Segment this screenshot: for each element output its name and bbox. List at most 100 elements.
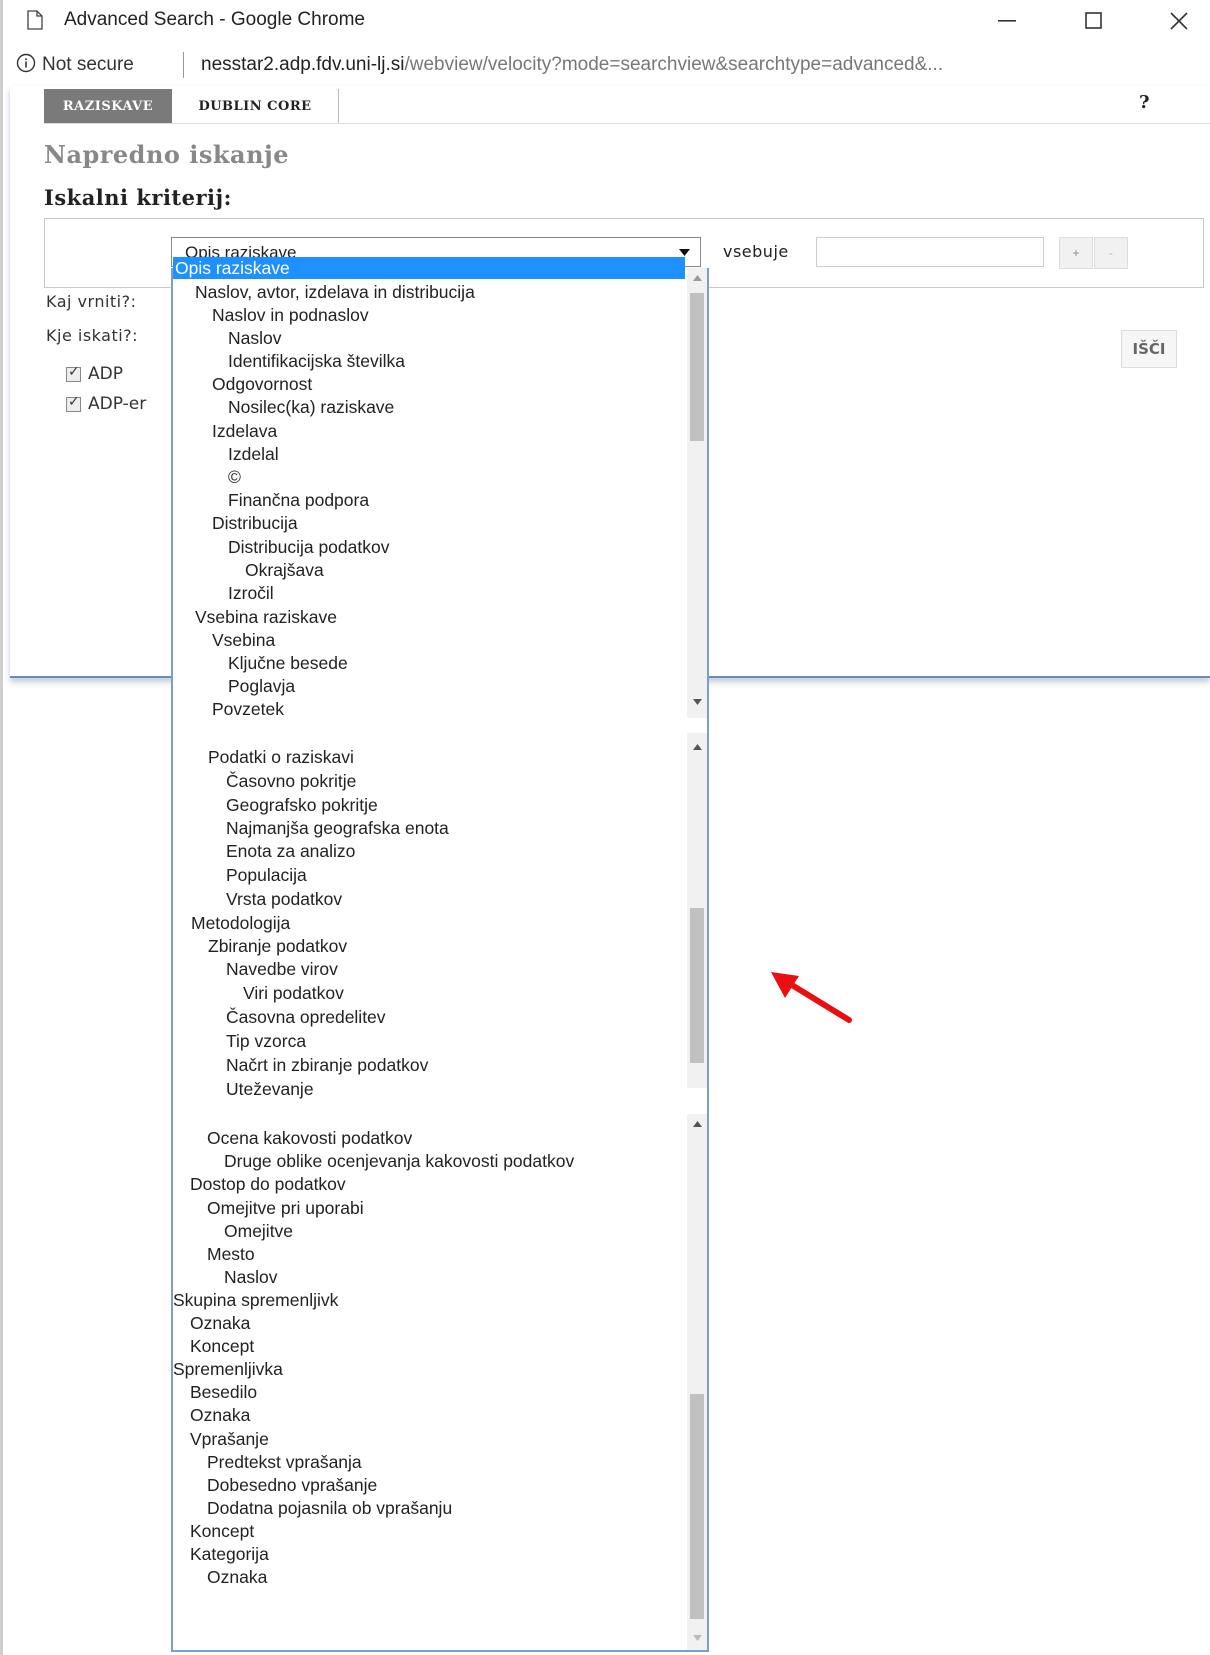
dropdown-option[interactable]: Viri podatkov bbox=[243, 982, 344, 1004]
title-bar: Advanced Search - Google Chrome bbox=[3, 0, 1210, 42]
source-adp-label: ADP bbox=[88, 364, 123, 384]
dropdown-option[interactable]: Finančna podpora bbox=[228, 489, 369, 511]
what-to-return-label: Kaj vrniti?: bbox=[46, 292, 137, 311]
dropdown-option[interactable]: Kategorija bbox=[190, 1543, 269, 1565]
red-arrow-annotation bbox=[771, 972, 852, 1023]
dropdown-option[interactable]: Distribucija podatkov bbox=[228, 536, 389, 558]
where-to-search-label: Kje iskati?: bbox=[46, 326, 139, 345]
scrollbar-thumb[interactable] bbox=[690, 293, 704, 441]
close-icon bbox=[1170, 12, 1188, 30]
search-button[interactable]: IŠČI bbox=[1121, 330, 1177, 368]
scroll-down-icon[interactable] bbox=[687, 1630, 707, 1646]
dropdown-option[interactable]: Načrt in zbiranje podatkov bbox=[226, 1054, 428, 1076]
dropdown-option[interactable]: Naslov bbox=[224, 1266, 278, 1288]
dropdown-arrow-icon bbox=[679, 249, 690, 256]
help-link[interactable]: ? bbox=[1139, 92, 1150, 113]
dropdown-option[interactable]: Izdelava bbox=[212, 420, 277, 442]
field-dropdown-list[interactable]: Opis raziskave Naslov, avtor, izdelava in… bbox=[171, 257, 709, 1652]
dropdown-option[interactable]: Izročil bbox=[228, 582, 274, 604]
dropdown-option[interactable]: Distribucija bbox=[212, 512, 298, 534]
dropdown-option[interactable]: Opis raziskave bbox=[173, 257, 685, 279]
minimize-button[interactable] bbox=[981, 4, 1033, 38]
tab-dublin-core[interactable]: DUBLIN CORE bbox=[172, 89, 339, 123]
dropdown-option[interactable]: Spremenljivka bbox=[173, 1358, 283, 1380]
dropdown-option[interactable]: Podatki o raziskavi bbox=[208, 746, 354, 768]
dropdown-option[interactable]: Koncept bbox=[190, 1335, 254, 1357]
dropdown-option[interactable]: Navedbe virov bbox=[226, 958, 338, 980]
dropdown-option[interactable]: Uteževanje bbox=[226, 1078, 314, 1100]
dropdown-option[interactable]: Okrajšava bbox=[245, 559, 324, 581]
source-adp-en[interactable]: ADP-er bbox=[66, 394, 146, 414]
url-text[interactable]: nesstar2.adp.fdv.uni-lj.si/webview/veloc… bbox=[201, 54, 943, 76]
page-icon bbox=[27, 10, 43, 30]
dropdown-option[interactable]: Oznaka bbox=[190, 1312, 250, 1334]
address-bar[interactable]: Not secure nesstar2.adp.fdv.uni-lj.si/we… bbox=[3, 46, 1210, 84]
dropdown-option[interactable]: Populacija bbox=[226, 864, 307, 886]
dropdown-option[interactable]: Koncept bbox=[190, 1520, 254, 1542]
dropdown-option[interactable]: © bbox=[228, 466, 241, 488]
scrollbar-segment-3[interactable] bbox=[687, 1114, 707, 1650]
tab-raziskave[interactable]: RAZISKAVE bbox=[44, 89, 172, 123]
operator-label: vsebuje bbox=[723, 242, 789, 261]
dropdown-option[interactable]: Naslov, avtor, izdelava in distribucija bbox=[195, 281, 475, 303]
source-adp-en-label: ADP-er bbox=[88, 394, 147, 414]
window-title: Advanced Search - Google Chrome bbox=[64, 9, 365, 30]
source-adp-checkbox[interactable] bbox=[66, 364, 81, 382]
close-button[interactable] bbox=[1153, 4, 1205, 38]
scroll-up-icon[interactable] bbox=[687, 739, 707, 755]
dropdown-option[interactable]: Zbiranje podatkov bbox=[208, 935, 347, 957]
address-separator bbox=[183, 52, 184, 78]
remove-criterion-button[interactable]: - bbox=[1094, 237, 1128, 269]
maximize-icon bbox=[1085, 12, 1102, 29]
dropdown-option[interactable]: Predtekst vprašanja bbox=[207, 1451, 362, 1473]
dropdown-option[interactable]: Vprašanje bbox=[190, 1428, 269, 1450]
dropdown-option[interactable]: Besedilo bbox=[190, 1381, 257, 1403]
dropdown-option[interactable]: Mesto bbox=[207, 1243, 255, 1265]
dropdown-option[interactable]: Dobesedno vprašanje bbox=[207, 1474, 377, 1496]
source-adp-en-checkbox[interactable] bbox=[66, 394, 81, 412]
dropdown-option[interactable]: Druge oblike ocenjevanja kakovosti podat… bbox=[224, 1150, 574, 1172]
info-icon[interactable] bbox=[16, 53, 36, 73]
dropdown-option[interactable]: Tip vzorca bbox=[226, 1030, 306, 1052]
dropdown-option[interactable]: Dostop do podatkov bbox=[190, 1173, 346, 1195]
dropdown-option[interactable]: Časovna opredelitev bbox=[226, 1006, 386, 1028]
source-adp[interactable]: ADP bbox=[66, 364, 123, 384]
dropdown-option[interactable]: Izdelal bbox=[228, 443, 279, 465]
dropdown-option[interactable]: Omejitve pri uporabi bbox=[207, 1197, 364, 1219]
security-label[interactable]: Not secure bbox=[42, 54, 134, 76]
dropdown-option[interactable]: Metodologija bbox=[191, 912, 290, 934]
dropdown-option[interactable]: Enota za analizo bbox=[226, 840, 355, 862]
dropdown-option[interactable]: Odgovornost bbox=[212, 373, 312, 395]
scrollbar-thumb[interactable] bbox=[690, 1394, 704, 1619]
dropdown-option[interactable]: Skupina spremenljivk bbox=[173, 1289, 338, 1311]
minimize-icon bbox=[998, 20, 1016, 22]
dropdown-option[interactable]: Poglavja bbox=[228, 675, 295, 697]
dropdown-option[interactable]: Naslov in podnaslov bbox=[212, 304, 369, 326]
scrollbar-segment-2[interactable] bbox=[687, 733, 707, 1088]
dropdown-option[interactable]: Vsebina bbox=[212, 629, 275, 651]
dropdown-option[interactable]: Najmanjša geografska enota bbox=[226, 817, 449, 839]
dropdown-option[interactable]: Geografsko pokritje bbox=[226, 794, 378, 816]
dropdown-option[interactable]: Nosilec(ka) raziskave bbox=[228, 396, 394, 418]
dropdown-option[interactable]: Ocena kakovosti podatkov bbox=[207, 1127, 412, 1149]
maximize-button[interactable] bbox=[1068, 4, 1120, 38]
scrollbar-thumb[interactable] bbox=[690, 908, 704, 1063]
dropdown-option[interactable]: Naslov bbox=[228, 327, 282, 349]
url-host: nesstar2.adp.fdv.uni-lj.si bbox=[201, 54, 405, 75]
dropdown-option[interactable]: Dodatna pojasnila ob vprašanju bbox=[207, 1497, 452, 1519]
dropdown-option[interactable]: Omejitve bbox=[224, 1220, 293, 1242]
search-value-input[interactable] bbox=[816, 237, 1044, 267]
dropdown-option[interactable]: Oznaka bbox=[190, 1404, 250, 1426]
scroll-down-icon[interactable] bbox=[687, 694, 707, 710]
add-criterion-button[interactable]: + bbox=[1059, 237, 1093, 269]
scroll-up-icon[interactable] bbox=[687, 1116, 707, 1132]
dropdown-option[interactable]: Ključne besede bbox=[228, 652, 348, 674]
scroll-up-icon[interactable] bbox=[687, 270, 707, 286]
dropdown-option[interactable]: Vsebina raziskave bbox=[195, 606, 337, 628]
dropdown-option[interactable]: Povzetek bbox=[212, 698, 284, 720]
dropdown-option[interactable]: Časovno pokritje bbox=[226, 770, 356, 792]
dropdown-option[interactable]: Oznaka bbox=[207, 1566, 267, 1588]
scrollbar-segment-1[interactable] bbox=[687, 268, 707, 718]
dropdown-option[interactable]: Identifikacijska številka bbox=[228, 350, 405, 372]
dropdown-option[interactable]: Vrsta podatkov bbox=[226, 888, 342, 910]
